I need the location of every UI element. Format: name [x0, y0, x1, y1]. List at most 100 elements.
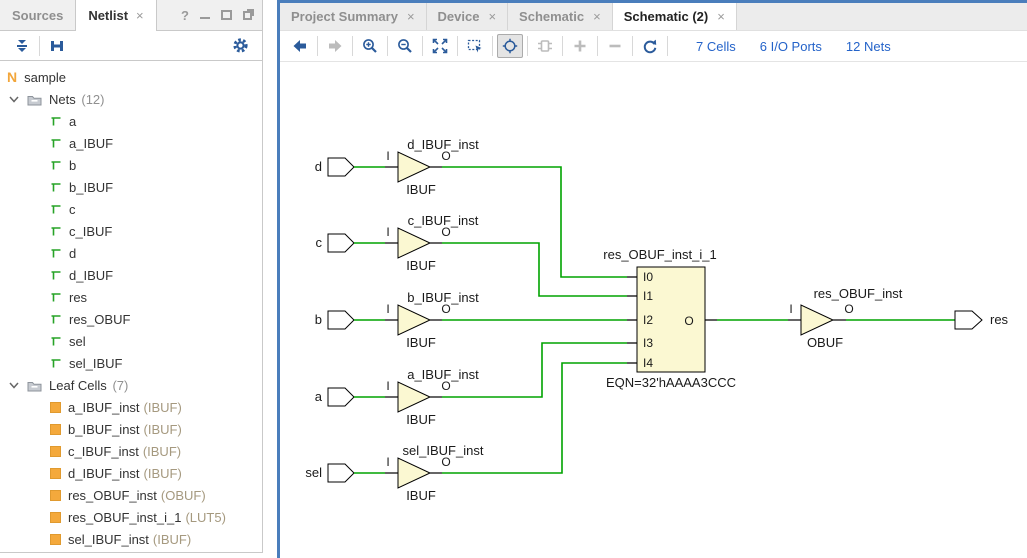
zoom-in-button[interactable] — [357, 34, 383, 58]
tree-item-cell[interactable]: d_IBUF_inst(IBUF) — [0, 462, 262, 484]
tree-item-cell[interactable]: res_OBUF_inst(OBUF) — [0, 484, 262, 506]
ibuf-cell-b[interactable] — [398, 305, 430, 335]
svg-text:IBUF: IBUF — [406, 488, 436, 503]
svg-text:I: I — [386, 225, 389, 239]
svg-text:IBUF: IBUF — [406, 258, 436, 273]
tab-netlist-label: Netlist — [88, 8, 128, 23]
ibuf-cell-d[interactable] — [398, 152, 430, 182]
io-ports-link[interactable]: 6 I/O Ports — [760, 39, 822, 54]
settings-button[interactable] — [227, 34, 253, 58]
tab-schematic[interactable]: Schematic × — [508, 3, 613, 30]
svg-text:I: I — [789, 302, 792, 316]
collapse-all-button[interactable] — [9, 34, 35, 58]
back-button[interactable] — [287, 34, 313, 58]
tree-group-leaf-cells[interactable]: Leaf Cells (7) — [0, 374, 262, 396]
editor-tab-bar: Project Summary × Device × Schematic × S… — [280, 3, 1027, 31]
help-icon[interactable]: ? — [181, 8, 189, 23]
svg-text:b_IBUF_inst: b_IBUF_inst — [407, 290, 479, 305]
forward-button[interactable] — [322, 34, 348, 58]
obuf-cell[interactable] — [801, 305, 833, 335]
tree-item-cell[interactable]: sel_IBUF_inst(IBUF) — [0, 528, 262, 550]
tree-item-net[interactable]: res_OBUF — [0, 308, 262, 330]
close-icon[interactable]: × — [407, 9, 415, 24]
svg-text:IBUF: IBUF — [406, 412, 436, 427]
left-tab-bar: Sources Netlist × ? — [0, 0, 262, 31]
schematic-canvas[interactable]: d I O d_IBUF_inst IBUF c I — [280, 62, 1027, 558]
close-icon[interactable]: × — [593, 9, 601, 24]
regenerate-button[interactable] — [637, 34, 663, 58]
tree-item-net[interactable]: a_IBUF — [0, 132, 262, 154]
schematic-row-c: c I O c_IBUF_inst IBUF — [316, 213, 628, 296]
close-icon[interactable]: × — [488, 9, 496, 24]
schematic-lut5: res_OBUF_inst_i_1 I0 I1 I2 I3 I4 O EQN=3… — [603, 247, 736, 390]
svg-text:I: I — [386, 149, 389, 163]
tab-device[interactable]: Device × — [427, 3, 509, 30]
tree-root-sample[interactable]: N sample — [0, 66, 262, 88]
tree-item-net[interactable]: b — [0, 154, 262, 176]
input-port-d[interactable] — [328, 158, 354, 176]
zoom-out-button[interactable] — [392, 34, 418, 58]
schematic-toolbar: 7 Cells 6 I/O Ports 12 Nets — [280, 31, 1027, 62]
svg-text:I1: I1 — [643, 289, 653, 303]
lut-inst-label: res_OBUF_inst_i_1 — [603, 247, 716, 262]
expand-to-icon — [49, 38, 65, 54]
input-port-sel[interactable] — [328, 464, 354, 482]
svg-text:I: I — [386, 455, 389, 469]
tree-item-cell[interactable]: res_OBUF_inst_i_1(LUT5) — [0, 506, 262, 528]
add-button[interactable] — [567, 34, 593, 58]
svg-text:I: I — [386, 379, 389, 393]
ibuf-cell-a[interactable] — [398, 382, 430, 412]
input-port-b[interactable] — [328, 311, 354, 329]
close-icon[interactable]: × — [717, 9, 725, 24]
expand-cone-button[interactable] — [532, 34, 558, 58]
output-port-res[interactable] — [955, 311, 982, 329]
tab-netlist[interactable]: Netlist × — [75, 0, 156, 31]
obuf-type-label: OBUF — [807, 335, 843, 350]
ibuf-cell-sel[interactable] — [398, 458, 430, 488]
svg-text:sel: sel — [305, 465, 322, 480]
tree-item-net[interactable]: d_IBUF — [0, 264, 262, 286]
tree-item-net[interactable]: b_IBUF — [0, 176, 262, 198]
chevron-down-icon[interactable] — [8, 379, 20, 391]
tree-item-net[interactable]: sel_IBUF — [0, 352, 262, 374]
input-port-c[interactable] — [328, 234, 354, 252]
zoom-selection-icon — [467, 38, 483, 54]
tab-schematic-2[interactable]: Schematic (2) × — [613, 3, 737, 30]
chip-icon — [537, 38, 553, 54]
tree-item-cell[interactable]: b_IBUF_inst(IBUF) — [0, 418, 262, 440]
nets-link[interactable]: 12 Nets — [846, 39, 891, 54]
tab-sources[interactable]: Sources — [0, 0, 75, 30]
close-icon[interactable]: × — [136, 8, 144, 23]
expand-to-button[interactable] — [44, 34, 70, 58]
remove-button[interactable] — [602, 34, 628, 58]
zoom-fit-button[interactable] — [427, 34, 453, 58]
tree-item-net[interactable]: c — [0, 198, 262, 220]
cell-icon — [50, 534, 61, 545]
schematic-row-a: a I O a_IBUF_inst IBUF — [315, 343, 627, 427]
minimize-icon[interactable] — [200, 17, 210, 19]
tree-item-net[interactable]: sel — [0, 330, 262, 352]
tree-item-net[interactable]: c_IBUF — [0, 220, 262, 242]
tree-item-cell[interactable]: a_IBUF_inst(IBUF) — [0, 396, 262, 418]
cells-link[interactable]: 7 Cells — [696, 39, 736, 54]
tree-item-net[interactable]: res — [0, 286, 262, 308]
net-wire-c-ibuf[interactable] — [442, 243, 627, 296]
cell-icon — [50, 490, 61, 501]
tree-item-net[interactable]: d — [0, 242, 262, 264]
tree-group-nets[interactable]: Nets (12) — [0, 88, 262, 110]
chevron-down-icon[interactable] — [8, 93, 20, 105]
folder-icon — [27, 379, 42, 392]
gear-icon — [232, 37, 249, 54]
tree-item-net[interactable]: a — [0, 110, 262, 132]
schematic-svg: d I O d_IBUF_inst IBUF c I — [280, 62, 1027, 558]
tab-project-summary[interactable]: Project Summary × — [280, 3, 427, 30]
tree-item-cell[interactable]: c_IBUF_inst(IBUF) — [0, 440, 262, 462]
maximize-icon[interactable] — [221, 10, 232, 20]
ibuf-cell-c[interactable] — [398, 228, 430, 258]
zoom-selection-button[interactable] — [462, 34, 488, 58]
input-port-a[interactable] — [328, 388, 354, 406]
port-label: res — [990, 312, 1009, 327]
autofit-selection-button[interactable] — [497, 34, 523, 58]
svg-text:O: O — [684, 314, 693, 328]
float-icon[interactable] — [243, 11, 252, 20]
